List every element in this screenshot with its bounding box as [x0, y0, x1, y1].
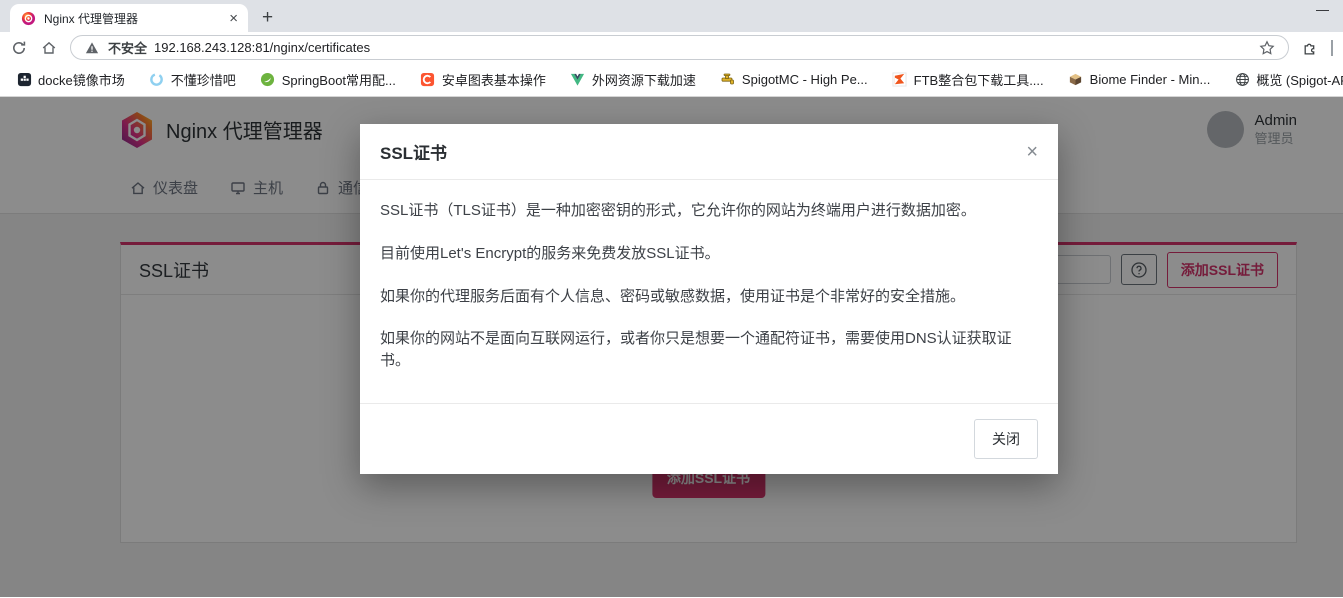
modal-header: SSL证书 ×	[360, 124, 1058, 180]
bookmark-label: FTB整合包下载工具....	[914, 70, 1044, 89]
modal-paragraph: 如果你的代理服务后面有个人信息、密码或敏感数据，使用证书是个非常好的安全措施。	[380, 286, 1038, 308]
modal-title: SSL证书	[380, 139, 447, 164]
bookmark-label: 安卓图表基本操作	[442, 70, 546, 89]
vue-icon	[570, 72, 586, 88]
blue-ring-icon	[149, 72, 165, 88]
bookmark-item[interactable]: docke镜像市场	[16, 70, 125, 89]
reload-icon[interactable]	[10, 39, 28, 57]
tab-favicon-npm-icon	[20, 10, 36, 26]
browser-tab[interactable]: Nginx 代理管理器 ×	[10, 4, 248, 32]
bookmark-item[interactable]: FTB整合包下载工具....	[892, 70, 1044, 89]
ssl-help-modal: SSL证书 × SSL证书（TLS证书）是一种加密密钥的形式，它允许你的网站为终…	[360, 124, 1058, 474]
csdn-icon	[420, 72, 436, 88]
bookmark-label: 不懂珍惜吧	[171, 70, 236, 89]
browser-toolbar: 不安全 192.168.243.128:81/nginx/certificate…	[0, 32, 1343, 63]
not-secure-warning-icon[interactable]	[83, 39, 101, 57]
modal-paragraph: SSL证书（TLS证书）是一种加密密钥的形式，它允许你的网站为终端用户进行数据加…	[380, 200, 1038, 222]
tab-title: Nginx 代理管理器	[44, 10, 221, 27]
ftb-flag-icon	[892, 72, 908, 88]
tab-bar: Nginx 代理管理器 × + —	[0, 0, 1343, 32]
modal-paragraph: 目前使用Let's Encrypt的服务来免费发放SSL证书。	[380, 243, 1038, 265]
bookmark-label: Biome Finder - Min...	[1090, 72, 1211, 87]
page-viewport: Nginx 代理管理器 Admin 管理员 仪表盘 主机	[0, 97, 1343, 597]
bookmarks-bar: docke镜像市场 不懂珍惜吧 SpringBoot常用配... 安卓图表基本操…	[0, 63, 1343, 97]
bookmark-item[interactable]: SpringBoot常用配...	[260, 70, 396, 89]
spigot-icon	[720, 72, 736, 88]
url-text[interactable]: 192.168.243.128:81/nginx/certificates	[154, 40, 1251, 55]
close-icon[interactable]: ×	[1026, 142, 1038, 162]
bookmark-item[interactable]: 概览 (Spigot-API 1.1...	[1234, 70, 1343, 89]
globe-icon	[1234, 72, 1250, 88]
bookmark-label: SpigotMC - High Pe...	[742, 72, 868, 87]
bookmark-label: 外网资源下载加速	[592, 70, 696, 89]
modal-paragraph: 如果你的网站不是面向互联网运行，或者你只是想要一个通配符证书，需要使用DNS认证…	[380, 328, 1038, 372]
minecraft-block-icon	[1068, 72, 1084, 88]
docker-icon	[16, 72, 32, 88]
security-label: 不安全	[108, 38, 147, 57]
profile-icon[interactable]	[1331, 40, 1333, 56]
tab-close-icon[interactable]: ×	[229, 11, 238, 26]
bookmark-item[interactable]: SpigotMC - High Pe...	[720, 72, 868, 88]
address-bar[interactable]: 不安全 192.168.243.128:81/nginx/certificate…	[70, 35, 1289, 60]
spring-icon	[260, 72, 276, 88]
browser-window: Nginx 代理管理器 × + — 不安	[0, 0, 1343, 598]
bookmark-item[interactable]: 外网资源下载加速	[570, 70, 696, 89]
bookmark-label: 概览 (Spigot-API 1.1...	[1256, 70, 1343, 89]
bookmark-label: docke镜像市场	[38, 70, 125, 89]
bookmark-star-icon[interactable]	[1258, 39, 1276, 57]
modal-footer: 关闭	[360, 403, 1058, 474]
bookmark-item[interactable]: 安卓图表基本操作	[420, 70, 546, 89]
home-icon[interactable]	[40, 39, 58, 57]
bookmark-item[interactable]: 不懂珍惜吧	[149, 70, 236, 89]
window-minimize-button[interactable]: —	[1316, 2, 1329, 17]
bookmark-label: SpringBoot常用配...	[282, 70, 396, 89]
modal-body: SSL证书（TLS证书）是一种加密密钥的形式，它允许你的网站为终端用户进行数据加…	[360, 180, 1058, 403]
extensions-puzzle-icon[interactable]	[1301, 39, 1319, 57]
new-tab-button[interactable]: +	[262, 8, 273, 27]
bookmark-item[interactable]: Biome Finder - Min...	[1068, 72, 1211, 88]
modal-close-button[interactable]: 关闭	[974, 419, 1038, 459]
